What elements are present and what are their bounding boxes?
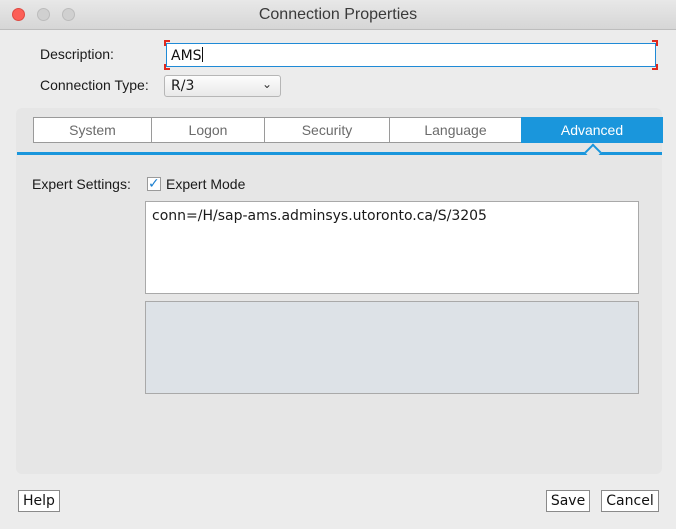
checkmark-icon: ✓ bbox=[148, 175, 160, 191]
tab-security[interactable]: Security bbox=[264, 117, 390, 143]
description-field[interactable]: AMS bbox=[166, 43, 656, 67]
cancel-button[interactable]: Cancel bbox=[601, 490, 659, 512]
expert-mode-checkbox[interactable]: ✓ bbox=[147, 175, 161, 191]
title-bar: Connection Properties bbox=[0, 0, 676, 30]
disabled-text-area bbox=[145, 301, 639, 394]
tab-language[interactable]: Language bbox=[389, 117, 522, 143]
focus-corner-marker bbox=[652, 64, 658, 70]
tab-advanced[interactable]: Advanced bbox=[521, 117, 663, 143]
focus-corner-marker bbox=[164, 64, 170, 70]
connection-type-select[interactable]: R/3 ⌄ bbox=[164, 75, 281, 97]
focus-corner-marker bbox=[164, 40, 170, 46]
expert-settings-label: Expert Settings: bbox=[32, 176, 131, 192]
connection-type-value: R/3 bbox=[171, 78, 195, 94]
connection-string-textarea[interactable]: conn=/H/sap-ams.adminsys.utoronto.ca/S/3… bbox=[145, 201, 639, 294]
connection-string-value: conn=/H/sap-ams.adminsys.utoronto.ca/S/3… bbox=[152, 208, 487, 224]
text-cursor bbox=[201, 47, 203, 62]
description-label: Description: bbox=[40, 46, 114, 62]
connection-type-label: Connection Type: bbox=[40, 77, 149, 93]
save-button[interactable]: Save bbox=[546, 490, 590, 512]
chevron-down-icon: ⌄ bbox=[261, 77, 272, 91]
help-button[interactable]: Help bbox=[18, 490, 60, 512]
description-value: AMS bbox=[171, 48, 202, 64]
tab-underline bbox=[17, 152, 662, 155]
tab-system[interactable]: System bbox=[33, 117, 152, 143]
window-title: Connection Properties bbox=[258, 6, 418, 23]
tab-logon[interactable]: Logon bbox=[151, 117, 265, 143]
expert-mode-label: Expert Mode bbox=[166, 176, 246, 192]
tab-bar: System Logon Security Language Advanced bbox=[33, 117, 663, 143]
focus-corner-marker bbox=[652, 40, 658, 46]
